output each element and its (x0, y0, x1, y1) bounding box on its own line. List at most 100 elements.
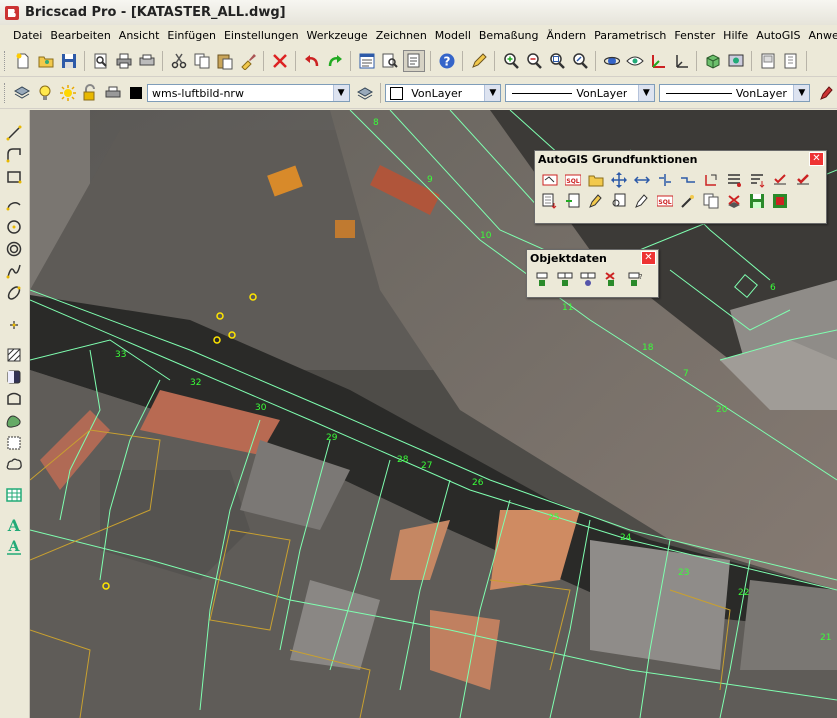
panel-header[interactable]: Objektdaten ✕ (527, 250, 658, 266)
match-properties-button[interactable] (238, 51, 258, 71)
chevron-down-icon[interactable]: ▼ (793, 85, 810, 101)
cut-button[interactable] (169, 51, 189, 71)
menu-datei[interactable]: Datei (9, 29, 46, 42)
layer-manager-button[interactable] (12, 83, 32, 103)
close-icon[interactable]: ✕ (809, 152, 824, 166)
gis-export-button[interactable] (770, 191, 789, 210)
spline-button[interactable] (3, 260, 25, 282)
object-data-attach-multi-button[interactable] (555, 269, 574, 288)
named-views-button[interactable] (726, 51, 746, 71)
gis-delete-button[interactable] (724, 191, 743, 210)
polyline-button[interactable] (3, 144, 25, 166)
menu-anwendung[interactable]: Anwendung (805, 29, 837, 42)
gis-attribute-button[interactable] (563, 191, 582, 210)
donut-button[interactable] (3, 238, 25, 260)
menu-zeichnen[interactable]: Zeichnen (372, 29, 431, 42)
print-button[interactable] (114, 51, 134, 71)
color-select[interactable]: VonLayer ▼ (385, 84, 502, 102)
zoom-window-button[interactable] (547, 51, 567, 71)
delete-button[interactable] (270, 51, 290, 71)
gis-join-button[interactable] (678, 170, 697, 189)
gis-edit-button[interactable] (586, 191, 605, 210)
gis-wand-button[interactable] (678, 191, 697, 210)
gis-stretch-button[interactable] (632, 170, 651, 189)
menu-bearbeiten[interactable]: Bearbeiten (46, 29, 114, 42)
save-button[interactable] (59, 51, 79, 71)
gis-check-button[interactable] (770, 170, 789, 189)
boundary-button[interactable] (3, 388, 25, 410)
line-button[interactable] (3, 122, 25, 144)
plot-button[interactable] (137, 51, 157, 71)
layer-plot-toggle[interactable] (103, 83, 123, 103)
layer-on-toggle[interactable] (35, 83, 55, 103)
gis-search-button[interactable] (609, 191, 628, 210)
text-button[interactable]: A (3, 514, 25, 536)
layer-lock-toggle[interactable] (80, 83, 100, 103)
chevron-down-icon[interactable]: ▼ (484, 85, 501, 101)
object-data-attach-button[interactable] (532, 269, 551, 288)
lineweight-select[interactable]: VonLayer ▼ (658, 84, 811, 102)
redo-button[interactable] (325, 51, 345, 71)
menu-modell[interactable]: Modell (431, 29, 475, 42)
menu-ansicht[interactable]: Ansicht (115, 29, 164, 42)
toolbar-grip[interactable] (4, 51, 8, 71)
hatch-button[interactable] (3, 344, 25, 366)
ellipse-button[interactable] (3, 282, 25, 304)
panel-header[interactable]: AutoGIS Grundfunktionen ✕ (535, 151, 826, 167)
zoom-in-button[interactable] (501, 51, 521, 71)
design-center-button[interactable] (402, 50, 425, 72)
point-button[interactable] (3, 314, 25, 336)
print-preview-button[interactable] (91, 51, 111, 71)
help-button[interactable]: ? (437, 51, 457, 71)
menu-fenster[interactable]: Fenster (670, 29, 719, 42)
menu-bemassung[interactable]: Bemaßung (475, 29, 543, 42)
menu-werkzeuge[interactable]: Werkzeuge (303, 29, 372, 42)
table-button[interactable] (3, 484, 25, 506)
gis-edit2-button[interactable] (632, 191, 651, 210)
mtext-button[interactable]: A (3, 536, 25, 558)
gis-move-button[interactable] (609, 170, 628, 189)
layer-freeze-toggle[interactable] (58, 83, 78, 103)
linetype-select[interactable]: VonLayer ▼ (505, 84, 655, 102)
menu-autogis[interactable]: AutoGIS (752, 29, 804, 42)
gis-table-button[interactable] (540, 191, 559, 210)
wipeout-button[interactable] (3, 432, 25, 454)
sheet-set-button[interactable] (781, 51, 801, 71)
make-current-layer-button[interactable] (355, 83, 375, 103)
gis-check-all-button[interactable] (793, 170, 812, 189)
object-data-delete-button[interactable] (601, 269, 620, 288)
layout-button[interactable] (758, 51, 778, 71)
menu-einfuegen[interactable]: Einfügen (163, 29, 220, 42)
gradient-button[interactable] (3, 366, 25, 388)
objektdaten-panel[interactable]: Objektdaten ✕ ? (526, 249, 659, 298)
layer-color-swatch[interactable] (126, 83, 146, 103)
toolbar-grip[interactable] (4, 83, 8, 103)
gis-copy-button[interactable] (701, 191, 720, 210)
sketch-button[interactable] (469, 51, 489, 71)
gis-sort-button[interactable] (747, 170, 766, 189)
object-data-edit-button[interactable] (578, 269, 597, 288)
zoom-out-button[interactable] (524, 51, 544, 71)
properties-pencil-button[interactable] (816, 83, 836, 103)
menu-parametrisch[interactable]: Parametrisch (590, 29, 670, 42)
region-button[interactable] (3, 410, 25, 432)
ucs-3point-button[interactable] (671, 51, 691, 71)
autogis-grundfunktionen-panel[interactable]: AutoGIS Grundfunktionen ✕ SQL SQL (534, 150, 827, 224)
gis-list-button[interactable] (724, 170, 743, 189)
revision-cloud-button[interactable] (3, 454, 25, 476)
arc-button[interactable] (3, 194, 25, 216)
undo-button[interactable] (302, 51, 322, 71)
chevron-down-icon[interactable]: ▼ (637, 85, 654, 101)
paste-button[interactable] (215, 51, 235, 71)
menu-aendern[interactable]: Ändern (543, 29, 591, 42)
gis-split-button[interactable] (655, 170, 674, 189)
gis-save-button[interactable] (747, 191, 766, 210)
view-button[interactable] (625, 51, 645, 71)
gis-open-button[interactable] (586, 170, 605, 189)
open-button[interactable] (36, 51, 56, 71)
ucs-button[interactable] (648, 51, 668, 71)
close-icon[interactable]: ✕ (641, 251, 656, 265)
render-button[interactable] (703, 51, 723, 71)
gis-sql-button[interactable]: SQL (563, 170, 582, 189)
gis-select-area-button[interactable] (540, 170, 559, 189)
